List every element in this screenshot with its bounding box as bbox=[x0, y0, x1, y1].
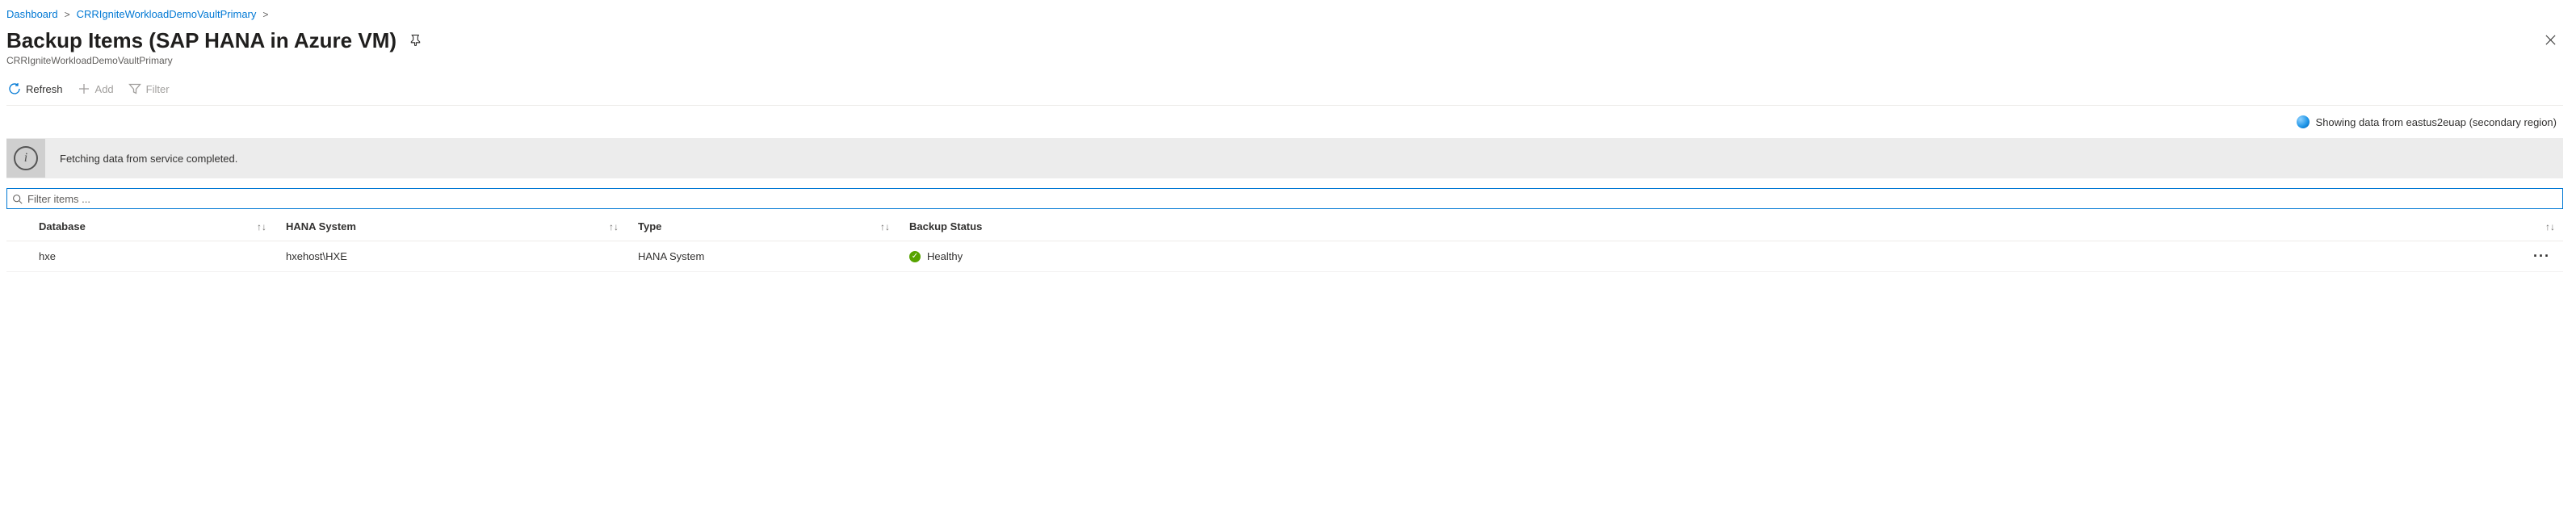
region-notice: Showing data from eastus2euap (secondary… bbox=[6, 105, 2563, 138]
column-header-sort-tail[interactable]: ↑↓ bbox=[2523, 221, 2555, 232]
cell-type: HANA System bbox=[638, 250, 904, 262]
refresh-icon bbox=[8, 82, 21, 95]
toolbar: Refresh Add Filter bbox=[6, 77, 2563, 105]
pin-icon[interactable] bbox=[409, 34, 422, 48]
search-icon bbox=[12, 194, 23, 204]
sort-icon: ↑↓ bbox=[609, 221, 619, 232]
refresh-label: Refresh bbox=[26, 83, 63, 95]
table-row[interactable]: hxe hxehost\HXE HANA System ✓ Healthy ··… bbox=[6, 241, 2563, 272]
column-header-database[interactable]: Database ↑↓ bbox=[39, 220, 281, 232]
status-healthy-icon: ✓ bbox=[909, 251, 921, 262]
globe-icon bbox=[2297, 115, 2310, 128]
filter-button: Filter bbox=[127, 81, 171, 97]
column-header-hana-system[interactable]: HANA System ↑↓ bbox=[286, 220, 633, 232]
breadcrumb-separator: > bbox=[65, 9, 70, 20]
sort-icon: ↑↓ bbox=[257, 221, 266, 232]
info-bar: i Fetching data from service completed. bbox=[6, 138, 2563, 178]
breadcrumb-separator: > bbox=[262, 9, 268, 20]
add-label: Add bbox=[95, 83, 114, 95]
refresh-button[interactable]: Refresh bbox=[6, 81, 65, 97]
filter-icon bbox=[128, 82, 141, 95]
cell-hana-system: hxehost\HXE bbox=[286, 250, 633, 262]
plus-icon bbox=[78, 82, 90, 95]
sort-icon: ↑↓ bbox=[2545, 221, 2555, 232]
table-header: Database ↑↓ HANA System ↑↓ Type ↑↓ Backu… bbox=[6, 212, 2563, 241]
cell-database: hxe bbox=[39, 250, 281, 262]
info-message: Fetching data from service completed. bbox=[60, 153, 237, 165]
info-icon: i bbox=[14, 146, 38, 170]
filter-input[interactable] bbox=[23, 191, 2557, 207]
filter-items-field[interactable] bbox=[6, 188, 2563, 209]
page-subtitle: CRRIgniteWorkloadDemoVaultPrimary bbox=[6, 55, 2563, 66]
close-icon[interactable] bbox=[2545, 34, 2557, 48]
backup-items-table: Database ↑↓ HANA System ↑↓ Type ↑↓ Backu… bbox=[6, 212, 2563, 272]
info-icon-box: i bbox=[6, 139, 45, 178]
breadcrumb: Dashboard > CRRIgniteWorkloadDemoVaultPr… bbox=[6, 6, 2563, 28]
cell-backup-status: ✓ Healthy bbox=[909, 250, 1184, 262]
sort-icon: ↑↓ bbox=[880, 221, 890, 232]
page-title: Backup Items (SAP HANA in Azure VM) bbox=[6, 28, 396, 53]
column-header-backup-status[interactable]: Backup Status bbox=[909, 220, 1184, 232]
row-context-menu[interactable]: ··· bbox=[2523, 248, 2555, 265]
add-button: Add bbox=[76, 81, 115, 97]
filter-label: Filter bbox=[146, 83, 170, 95]
region-notice-text: Showing data from eastus2euap (secondary… bbox=[2316, 116, 2557, 128]
breadcrumb-link-vault[interactable]: CRRIgniteWorkloadDemoVaultPrimary bbox=[77, 8, 257, 20]
breadcrumb-link-dashboard[interactable]: Dashboard bbox=[6, 8, 58, 20]
column-header-type[interactable]: Type ↑↓ bbox=[638, 220, 904, 232]
